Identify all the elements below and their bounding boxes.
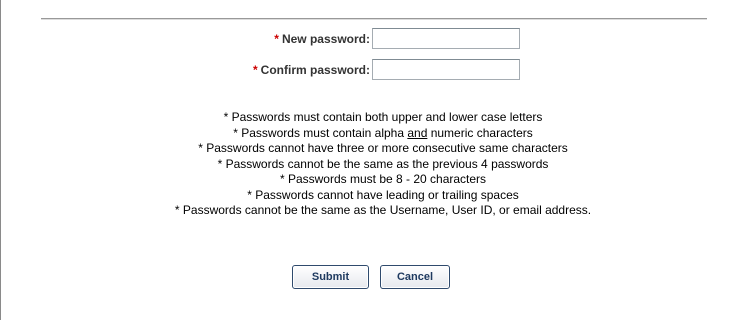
new-password-label-text: New password: [281, 32, 370, 46]
new-password-input[interactable] [372, 28, 520, 49]
required-marker: * [252, 63, 258, 77]
password-rule-history: * Passwords cannot be the same as the pr… [217, 156, 549, 171]
new-password-label: * New password: [274, 28, 370, 50]
password-rule-alphanumeric: * Passwords must contain alpha and numer… [0, 126, 748, 142]
submit-button[interactable]: Submit [292, 265, 369, 289]
password-rule-length: * Passwords must be 8 - 20 characters [279, 172, 487, 186]
password-rule-spaces: * Passwords cannot have leading or trail… [247, 187, 519, 202]
top-divider [41, 18, 707, 20]
password-rules-list: * Passwords must contain both upper and … [0, 110, 748, 219]
rule-text: * Passwords must contain alpha [233, 125, 408, 140]
rule-emphasis: and [407, 125, 428, 140]
password-rule-consecutive: * Passwords cannot have three or more co… [198, 141, 568, 155]
cancel-button[interactable]: Cancel [380, 265, 450, 289]
confirm-password-label: * Confirm password: [253, 59, 370, 81]
rule-text: numeric characters [427, 125, 533, 140]
confirm-password-input[interactable] [372, 59, 520, 80]
required-marker: * [274, 32, 279, 46]
password-rule-case: * Passwords must contain both upper and … [223, 110, 543, 124]
new-password-row: * New password: [0, 28, 748, 50]
confirm-password-row: * Confirm password: [0, 59, 748, 81]
password-rule-identity: * Passwords cannot be the same as the Us… [174, 203, 592, 217]
confirm-password-label-text: Confirm password: [260, 63, 370, 77]
